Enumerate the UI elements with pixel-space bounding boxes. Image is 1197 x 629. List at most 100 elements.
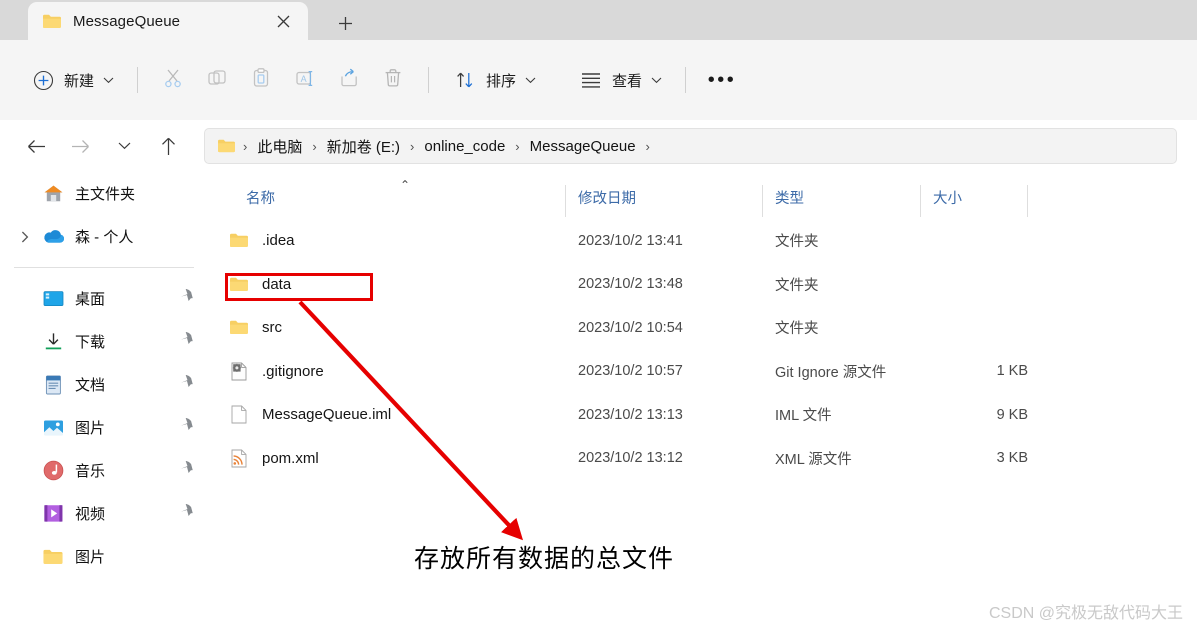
file-name-label: data (262, 275, 292, 293)
sidebar-item-home[interactable]: › 主文件夹 (0, 172, 210, 215)
table-row[interactable]: .gitignore 2023/10/2 10:57 Git Ignore 源文… (210, 350, 1197, 394)
column-divider[interactable] (1027, 185, 1028, 217)
breadcrumb-item-1[interactable]: 新加卷 (E:) (324, 134, 403, 159)
file-name-cell[interactable]: src (228, 318, 282, 338)
forward-button[interactable] (60, 129, 100, 163)
file-name-cell[interactable]: data (228, 274, 291, 294)
column-header-date[interactable]: 修改日期 (578, 187, 636, 208)
video-icon (40, 503, 66, 525)
back-button[interactable] (16, 129, 56, 163)
breadcrumb-item-3[interactable]: MessageQueue (527, 136, 639, 157)
column-divider[interactable] (920, 185, 921, 217)
desktop-icon (40, 288, 66, 310)
sidebar-divider (14, 267, 194, 268)
file-size-cell: 9 KB (996, 406, 1028, 423)
command-bar: 新建 A 排序 查看 ••• (0, 40, 1197, 120)
breadcrumb-item-2[interactable]: online_code (421, 136, 508, 157)
sidebar-item-label: 文档 (75, 377, 106, 394)
pin-icon[interactable] (179, 417, 194, 438)
chevron-down-icon (651, 77, 662, 84)
sidebar-item-label: 音乐 (75, 463, 106, 480)
see-more-button[interactable]: ••• (699, 60, 745, 100)
breadcrumb-separator: › (243, 138, 248, 154)
sidebar-item-downloads[interactable]: › 下载 (0, 320, 210, 363)
sidebar-item-documents[interactable]: › 文档 (0, 363, 210, 406)
new-tab-button[interactable] (322, 6, 368, 40)
tab-messagequeue[interactable]: MessageQueue (28, 2, 308, 40)
close-icon[interactable] (272, 10, 294, 32)
file-type-cell: XML 源文件 (775, 451, 852, 468)
chevron-right-icon[interactable] (14, 226, 36, 248)
copy-button[interactable] (195, 60, 239, 100)
file-name-label: src (262, 319, 282, 337)
table-row[interactable]: MessageQueue.iml 2023/10/2 13:13 IML 文件 … (210, 393, 1197, 437)
file-date-cell: 2023/10/2 10:54 (578, 319, 683, 336)
column-divider[interactable] (565, 185, 566, 217)
table-row[interactable]: data 2023/10/2 13:48 文件夹 (210, 263, 1197, 307)
list-lines-icon (578, 67, 604, 93)
paste-icon (250, 67, 272, 94)
xml-icon (228, 448, 250, 468)
rename-button[interactable]: A (283, 60, 327, 100)
column-header-size[interactable]: 大小 (933, 187, 962, 208)
svg-text:A: A (301, 74, 307, 84)
sidebar-item-pictures[interactable]: › 图片 (0, 406, 210, 449)
folder-icon (42, 13, 62, 29)
paste-button[interactable] (239, 60, 283, 100)
file-date-cell: 2023/10/2 13:48 (578, 276, 683, 293)
file-type-cell: 文件夹 (775, 321, 819, 338)
sidebar-item-label: 森 - 个人 (75, 229, 134, 246)
gitignore-icon (228, 361, 250, 381)
sidebar-item-label: 主文件夹 (75, 186, 136, 203)
folder-icon (228, 274, 250, 294)
pin-icon[interactable] (179, 374, 194, 395)
new-button[interactable]: 新建 (20, 60, 124, 100)
table-row[interactable]: pom.xml 2023/10/2 13:12 XML 源文件 3 KB (210, 437, 1197, 481)
new-button-label: 新建 (64, 72, 95, 90)
recent-locations-button[interactable] (104, 129, 144, 163)
sidebar-item-videos[interactable]: › 视频 (0, 492, 210, 535)
sort-arrows-icon (452, 67, 478, 93)
sidebar-item-label: 下载 (75, 334, 106, 351)
breadcrumb-item-0[interactable]: 此电脑 (254, 134, 305, 159)
file-list-pane[interactable]: ⌃ 名称 修改日期 类型 大小 .idea 2023/10/2 13:41 文件… (210, 172, 1197, 629)
file-type-cell: 文件夹 (775, 234, 819, 251)
file-name-cell[interactable]: MessageQueue.iml (228, 405, 391, 425)
column-header-name[interactable]: 名称 (246, 187, 275, 208)
sidebar-item-onedrive[interactable]: 森 - 个人 (0, 215, 210, 258)
navigation-pane[interactable]: › 主文件夹 森 - 个人 › (0, 172, 210, 629)
file-name-cell[interactable]: pom.xml (228, 448, 319, 468)
chevron-down-icon (525, 77, 536, 84)
up-button[interactable] (148, 129, 188, 163)
breadcrumb-separator: › (645, 138, 650, 154)
sidebar-item-label: 桌面 (75, 291, 106, 308)
table-row[interactable]: .idea 2023/10/2 13:41 文件夹 (210, 219, 1197, 263)
file-type-cell: IML 文件 (775, 408, 832, 425)
file-name-cell[interactable]: .idea (228, 231, 295, 251)
plus-circle-icon (30, 67, 56, 93)
pin-icon[interactable] (179, 460, 194, 481)
address-bar[interactable]: › 此电脑 › 新加卷 (E:) › online_code › Message… (204, 128, 1177, 164)
pin-icon[interactable] (179, 503, 194, 524)
onedrive-cloud-icon (40, 226, 66, 248)
file-type-cell: 文件夹 (775, 277, 819, 294)
sidebar-item-label: 图片 (75, 549, 106, 566)
sidebar-item-pictures-folder[interactable]: › 图片 (0, 535, 210, 578)
column-header-type[interactable]: 类型 (775, 187, 804, 208)
table-row[interactable]: src 2023/10/2 10:54 文件夹 (210, 306, 1197, 350)
cut-button[interactable] (151, 60, 195, 100)
folder-icon (40, 546, 66, 568)
sidebar-item-music[interactable]: › 音乐 (0, 449, 210, 492)
sort-button[interactable]: 排序 (442, 60, 546, 100)
view-button[interactable]: 查看 (568, 60, 672, 100)
file-name-cell[interactable]: .gitignore (228, 361, 324, 381)
pin-icon[interactable] (179, 288, 194, 309)
file-date-cell: 2023/10/2 13:41 (578, 232, 683, 249)
share-button[interactable] (327, 60, 371, 100)
navigation-bar: › 此电脑 › 新加卷 (E:) › online_code › Message… (0, 120, 1197, 172)
column-divider[interactable] (762, 185, 763, 217)
sidebar-item-desktop[interactable]: › 桌面 (0, 277, 210, 320)
chevron-down-icon (103, 77, 114, 84)
pin-icon[interactable] (179, 331, 194, 352)
delete-button[interactable] (371, 60, 415, 100)
